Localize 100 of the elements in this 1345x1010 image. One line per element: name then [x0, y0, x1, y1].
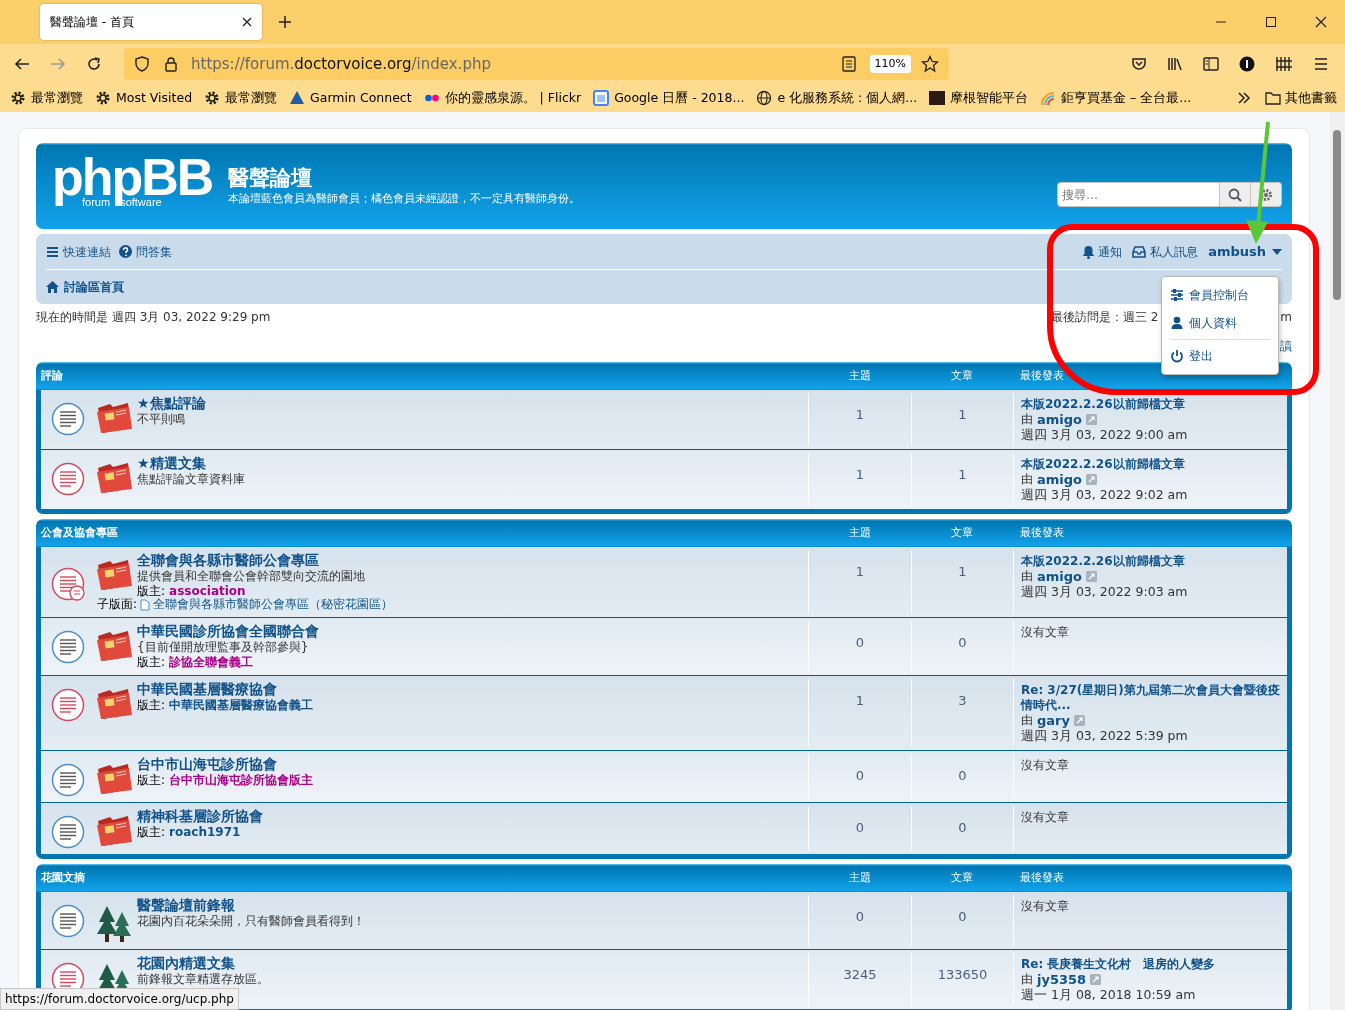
chevrons-icon[interactable]	[1237, 91, 1251, 105]
bookmark-link[interactable]: 最常瀏覽	[31, 88, 83, 108]
mark-read-link[interactable]: 讀	[1280, 337, 1292, 355]
menu-item[interactable]: 個人資料	[1170, 309, 1270, 337]
last-post-link[interactable]: Re: 長庚養生文化村 退房的人變多	[1021, 957, 1216, 972]
author-link[interactable]: jy5358	[1037, 972, 1087, 987]
last-post-link[interactable]: 本版2022.2.26以前歸檔文章	[1021, 457, 1185, 472]
reader-icon[interactable]	[841, 56, 856, 72]
sidebar-icon[interactable]	[1203, 56, 1219, 72]
topics-count: 1	[855, 693, 865, 708]
menu-icon	[46, 245, 59, 258]
forum-title-link[interactable]: 花園內精選文集	[137, 955, 235, 972]
last-post-link[interactable]: 本版2022.2.26以前歸檔文章	[1021, 554, 1185, 569]
topics-count: 0	[855, 635, 865, 650]
bookmark-link[interactable]: 摩根智能平台	[950, 88, 1029, 108]
forum-title-link[interactable]: 醫聲論壇前鋒報	[137, 897, 235, 914]
column-header: 最後發表	[1020, 368, 1064, 382]
notifications-link[interactable]: 通知	[1082, 242, 1123, 261]
close-icon[interactable]	[242, 17, 252, 27]
moderator-link[interactable]: association	[169, 584, 246, 599]
last-visit-text: m	[1280, 309, 1292, 326]
category-title[interactable]: 花園文摘	[41, 870, 85, 884]
maximize-icon[interactable]	[1265, 16, 1277, 28]
pocket-icon[interactable]	[1131, 56, 1147, 72]
author-link[interactable]: amigo	[1037, 472, 1082, 487]
reload-icon[interactable]	[86, 56, 102, 72]
new-tab-icon[interactable]	[278, 15, 292, 29]
forum-title-link[interactable]: 中華民國基層醫療協會	[137, 681, 277, 698]
author-link[interactable]: amigo	[1037, 412, 1082, 427]
menu-icon[interactable]	[1313, 56, 1329, 72]
moderator-label: 版主:	[137, 773, 166, 788]
arc-icon	[1040, 90, 1057, 106]
last-post-link[interactable]: Re: 3/27(星期日)第九屆第二次會員大會暨後疫情時代...	[1021, 683, 1287, 713]
gear-icon	[204, 90, 221, 106]
site-description: 本論壇藍色會員為醫師會員；橘色會員未經認證，不一定具有醫師身份。	[228, 191, 581, 207]
bookmark-link[interactable]: Most Visited	[116, 88, 193, 108]
forum-description: 不平則鳴	[137, 412, 185, 427]
bookmark-link[interactable]: 你的靈感泉源。 | Flickr	[444, 88, 582, 108]
moderator-link[interactable]: 中華民國基層醫療協會義工	[169, 698, 314, 713]
bookmark-link[interactable]: 鉅亨買基金 – 全台最...	[1061, 88, 1192, 108]
browser-tab[interactable]: 醫聲論壇 - 首頁	[40, 4, 262, 40]
bookmark-link[interactable]: Garmin Connect	[310, 88, 412, 108]
folder-icon	[95, 761, 133, 795]
lock-icon	[163, 56, 179, 72]
search-field[interactable]: 搜尋…	[1057, 182, 1220, 207]
bookmark-link[interactable]: e 化服務系統 : 個人網...	[777, 88, 918, 108]
library-icon[interactable]	[1167, 56, 1183, 72]
forum-title-link[interactable]: ★焦點評論	[137, 395, 206, 412]
forum-title-link[interactable]: ★精選文集	[137, 455, 206, 472]
moderator-link[interactable]: roach1971	[169, 825, 241, 840]
help-icon	[119, 245, 132, 258]
close-icon[interactable]	[1315, 16, 1327, 28]
bookmark-link[interactable]: 最常瀏覽	[225, 88, 278, 108]
quick-links-link[interactable]: 快速連結	[46, 242, 111, 261]
info-icon[interactable]	[1239, 56, 1255, 72]
topics-count: 0	[855, 909, 865, 924]
by-label: 由	[1021, 972, 1033, 987]
moderator-link[interactable]: 台中市山海屯診所協會版主	[169, 773, 314, 788]
menu-item[interactable]: 會員控制台	[1170, 281, 1270, 309]
home-icon	[46, 281, 59, 293]
column-header: 最後發表	[1020, 870, 1064, 884]
zoom-level[interactable]: 110%	[869, 54, 911, 74]
post-time: 週一 1月 08, 2018 10:59 am	[1021, 987, 1196, 1002]
bookmark-link[interactable]: Google 日曆 - 2018...	[614, 88, 745, 108]
bookmark-link[interactable]: 其他書籤	[1285, 88, 1337, 108]
posts-count: 1	[958, 564, 967, 579]
last-post-link[interactable]: 本版2022.2.26以前歸檔文章	[1021, 397, 1185, 412]
no-posts-text: 沒有文章	[1021, 625, 1069, 640]
search-button[interactable]	[1220, 182, 1251, 207]
author-link[interactable]: gary	[1037, 713, 1070, 728]
trees-icon	[95, 904, 133, 944]
moderator-link[interactable]: 診協全聯會義工	[169, 655, 254, 670]
back-icon[interactable]	[14, 56, 30, 72]
subforum-label: 子版面:	[97, 597, 138, 612]
subforum-link[interactable]: 全聯會與各縣市醫師公會專區（秘密花園區）	[153, 597, 394, 612]
forum-description: 花園內百花朵朵開，只有醫師會員看得到！	[137, 914, 365, 929]
grid-icon[interactable]	[1275, 56, 1293, 72]
faq-link[interactable]: 問答集	[119, 242, 172, 261]
topics-count: 1	[855, 564, 865, 579]
gear-icon	[10, 90, 26, 106]
breadcrumb-link[interactable]: 討論區首頁	[46, 278, 124, 296]
username-menu[interactable]: ambush	[1208, 241, 1282, 262]
topics-count: 1	[855, 407, 865, 422]
category-title[interactable]: 公會及協會專區	[41, 525, 118, 539]
messages-link[interactable]: 私人訊息	[1132, 242, 1199, 261]
forum-title-link[interactable]: 台中市山海屯診所協會	[137, 756, 277, 773]
forum-title-link[interactable]: 精神科基層診所協會	[137, 808, 263, 825]
bookmark-star-icon[interactable]	[921, 55, 939, 73]
author-link[interactable]: amigo	[1037, 569, 1082, 584]
topics-count: 0	[855, 768, 865, 783]
calendar-icon	[593, 90, 610, 106]
shield-icon	[134, 56, 150, 72]
forum-title-link[interactable]: 全聯會與各縣市醫師公會專區	[137, 552, 319, 569]
status-url: https://forum.doctorvoice.org/ucp.php	[0, 988, 239, 1010]
category-title[interactable]: 評論	[41, 368, 63, 382]
menu-item[interactable]: 登出	[1170, 342, 1270, 370]
current-time-text: 現在的時間是 週四 3月 03, 2022 9:29 pm	[36, 309, 271, 326]
scrollbar-thumb[interactable]	[1333, 130, 1341, 300]
url-text[interactable]: https://forum.doctorvoice.org/index.php	[191, 52, 491, 76]
forum-title-link[interactable]: 中華民國診所協會全國聯合會	[137, 623, 319, 640]
